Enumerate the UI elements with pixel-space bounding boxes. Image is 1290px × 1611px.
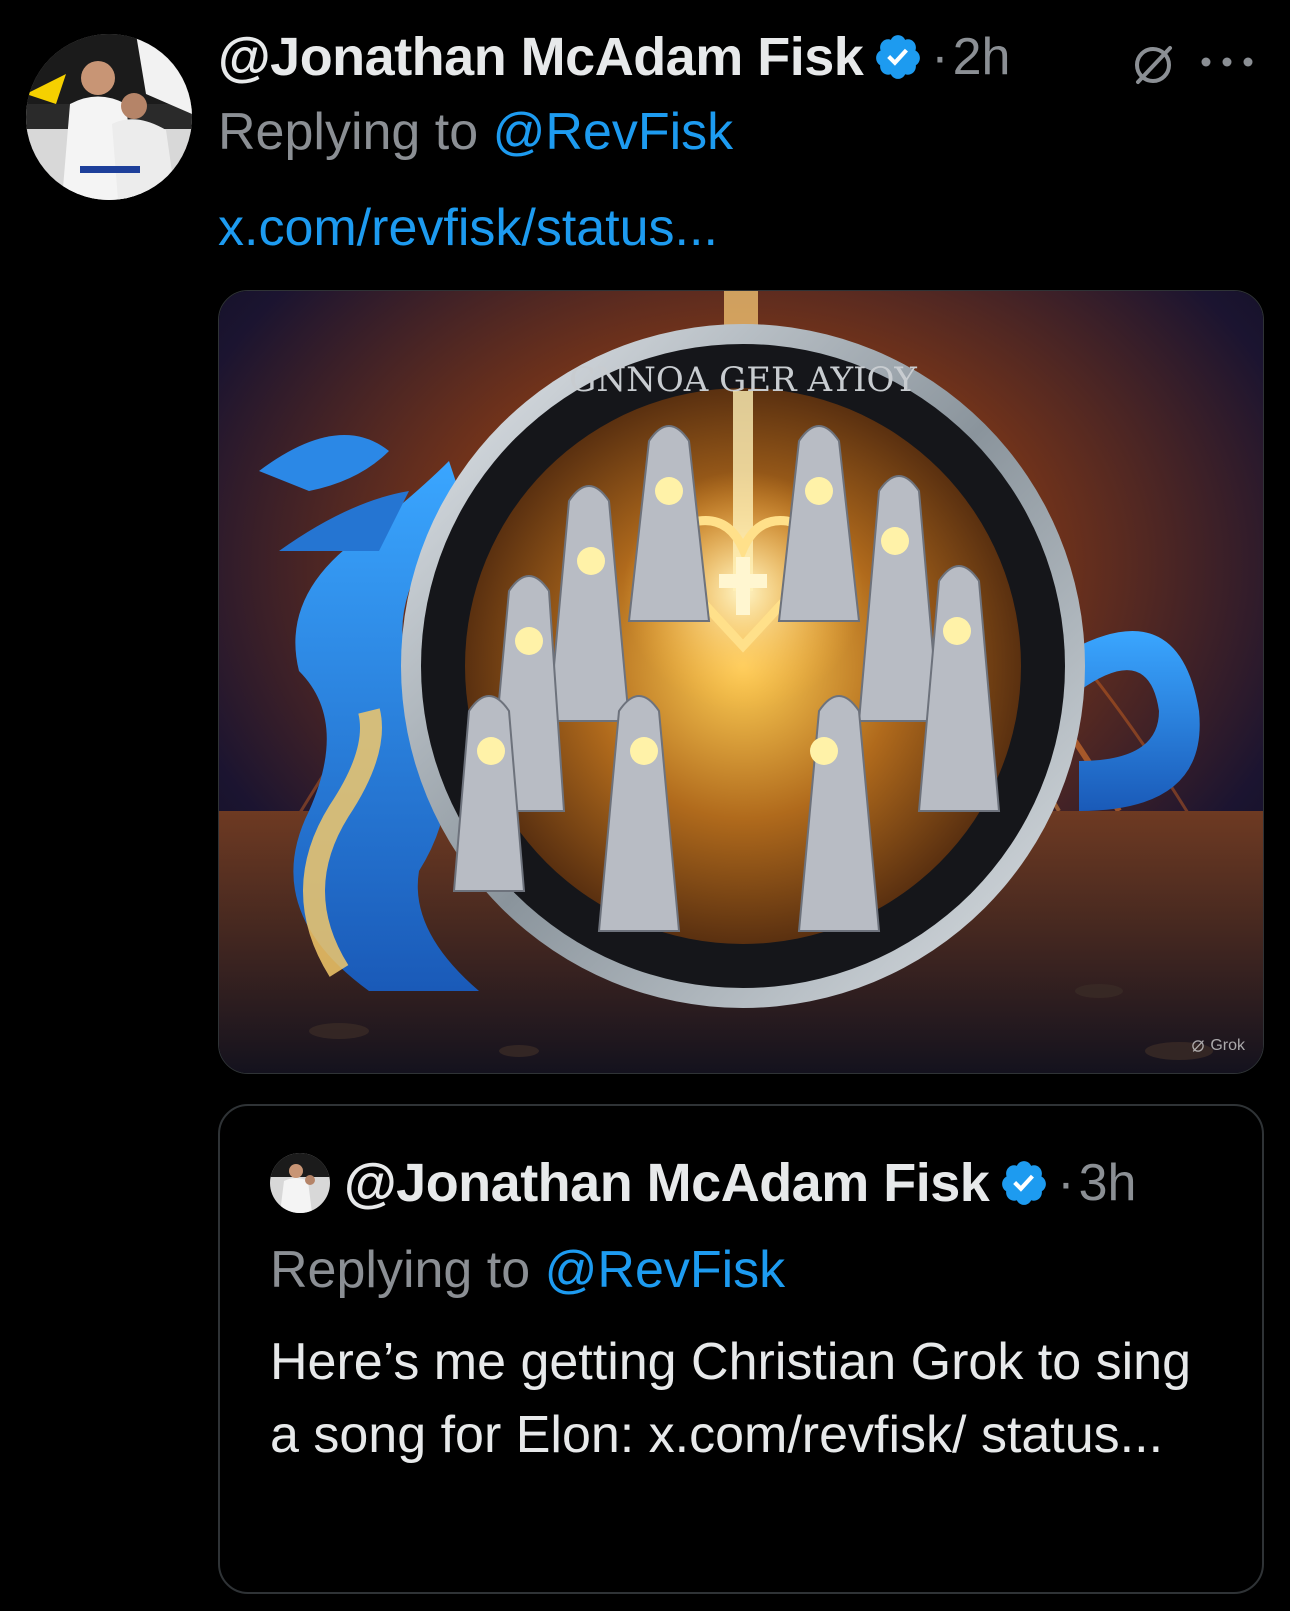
status-link[interactable]: x.com/revfisk/status...: [218, 198, 718, 258]
author-avatar[interactable]: [26, 34, 192, 200]
separator-dot: ·: [1057, 1154, 1075, 1212]
grok-watermark-icon: [1192, 1040, 1205, 1052]
post-age[interactable]: 2h: [953, 27, 1011, 87]
author-name[interactable]: @Jonathan McAdam Fisk: [218, 26, 864, 88]
quoted-post-header: @Jonathan McAdam Fisk · 3h: [270, 1148, 1136, 1218]
post-media-image[interactable]: GNNOA GER AYIOY Grok: [218, 290, 1264, 1074]
separator-dot: ·: [931, 28, 949, 86]
verified-badge-icon: [1002, 1161, 1047, 1205]
quoted-post-text: Here’s me getting Christian Grok to sing…: [270, 1333, 1191, 1464]
quoted-post-card[interactable]: @Jonathan McAdam Fisk · 3h Replying to @…: [218, 1104, 1264, 1594]
quoted-author-avatar: [270, 1153, 330, 1213]
replying-to: Replying to @RevFisk: [218, 102, 733, 162]
post-header: @Jonathan McAdam Fisk · 2h: [218, 22, 1010, 92]
quoted-replying-handle-link[interactable]: @RevFisk: [545, 1241, 786, 1299]
quoted-author-name: @Jonathan McAdam Fisk: [344, 1153, 990, 1213]
quoted-replying-prefix: Replying to: [270, 1241, 545, 1299]
grok-watermark-label: Grok: [1210, 1037, 1245, 1054]
quoted-post-age: 3h: [1078, 1154, 1137, 1212]
grok-icon[interactable]: [1128, 40, 1178, 90]
replying-prefix: Replying to: [218, 103, 493, 161]
grok-watermark: Grok: [1190, 1037, 1245, 1055]
quoted-replying-to: Replying to @RevFisk: [270, 1240, 785, 1300]
more-options-icon[interactable]: [1196, 52, 1258, 72]
verified-badge-icon: [876, 35, 921, 79]
replying-handle-link[interactable]: @RevFisk: [493, 103, 734, 161]
